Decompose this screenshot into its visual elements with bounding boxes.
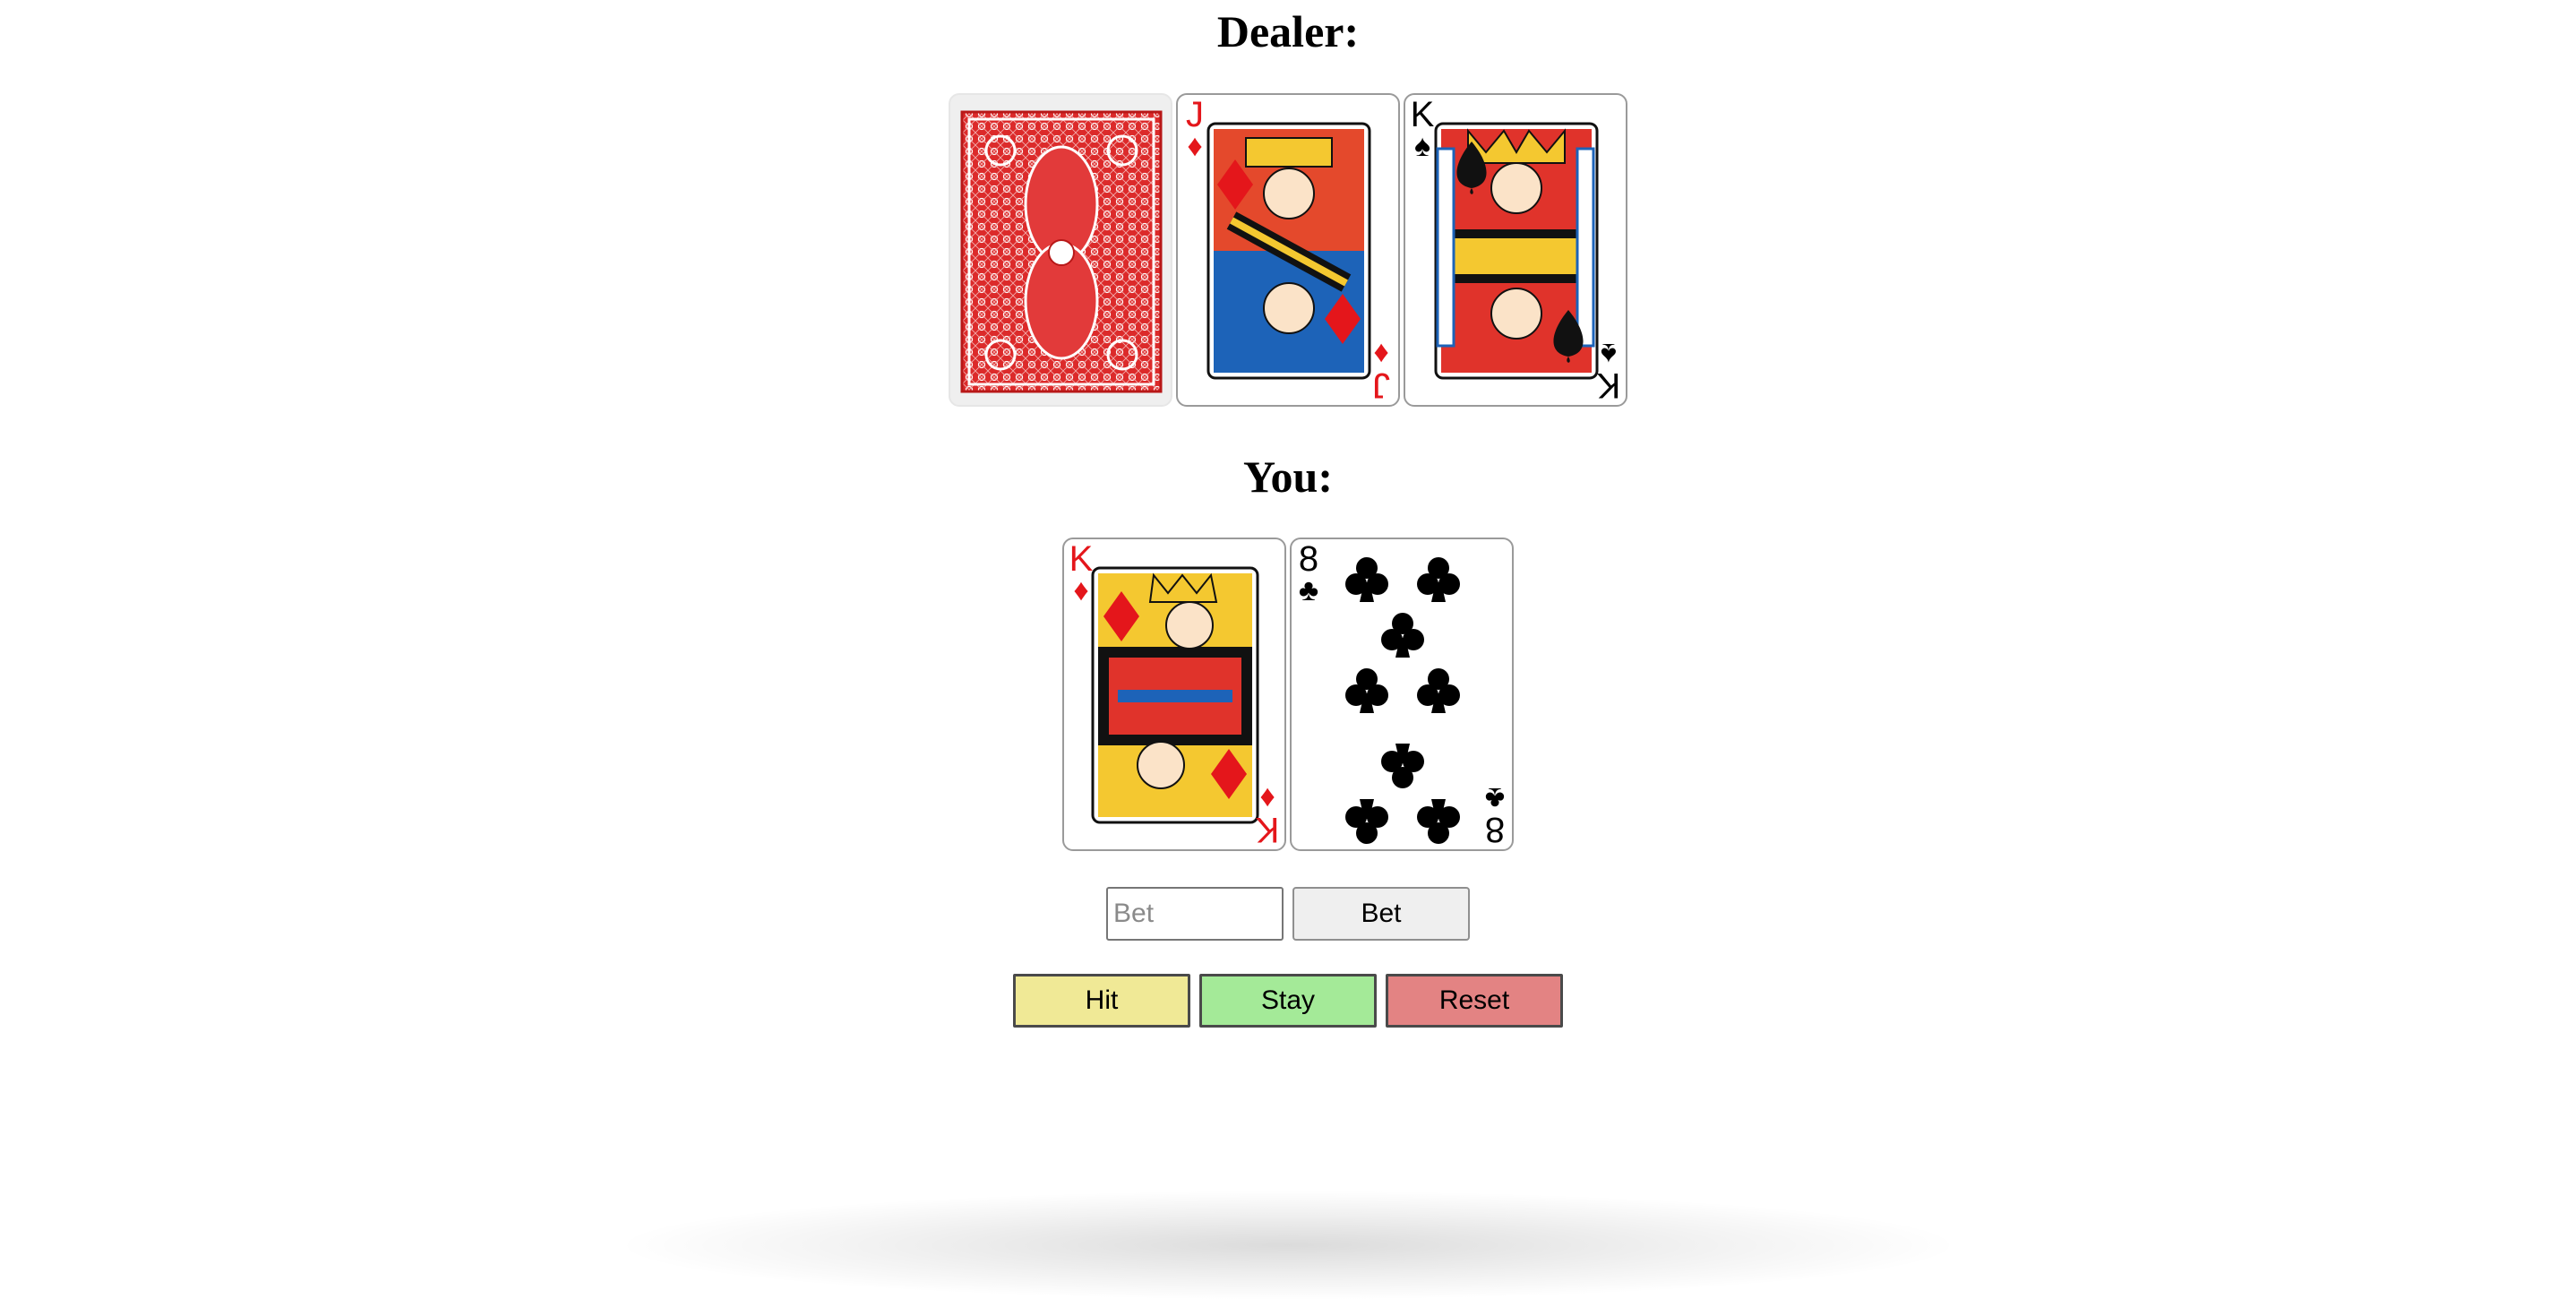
dealer-card-king-of-spades: K ♠ K ♠	[1404, 93, 1627, 407]
diamond-suit-icon: ♦	[1187, 129, 1203, 163]
card-rank: J	[1372, 366, 1390, 405]
card-corner-bottom: K ♠	[1595, 337, 1622, 405]
card-corner-bottom: 8 ♣	[1481, 781, 1508, 849]
player-card-king-of-diamonds: K ♦ K ♦	[1062, 538, 1286, 851]
card-corner-bottom: K ♦	[1254, 781, 1281, 849]
bet-controls: Bet	[0, 887, 2576, 941]
card-back-pattern-icon	[960, 110, 1163, 393]
card-corner-bottom: J ♦	[1368, 337, 1395, 405]
card-rank: K	[1069, 539, 1094, 579]
card-rank: K	[1596, 366, 1621, 405]
card-rank: K	[1255, 810, 1280, 849]
dealer-card-jack-of-diamonds: J ♦ J ♦	[1176, 93, 1400, 407]
dealer-hand: J ♦ J ♦ K ♠ K ♠	[0, 93, 2576, 407]
player-hand: K ♦ K ♦ 8 ♣ 8 ♣	[0, 538, 2576, 851]
club-suit-icon: ♣	[1298, 573, 1319, 607]
player-heading: You:	[1242, 452, 1334, 502]
club-suit-icon: ♣	[1484, 781, 1506, 815]
card-rank: J	[1186, 95, 1204, 134]
spade-suit-icon: ♠	[1600, 337, 1618, 371]
spade-suit-icon: ♠	[1413, 129, 1431, 163]
card-corner-top: K ♦	[1068, 541, 1095, 606]
stay-button[interactable]: Stay	[1199, 974, 1377, 1028]
player-card-eight-of-clubs: 8 ♣ 8 ♣	[1290, 538, 1514, 851]
diamond-suit-icon: ♦	[1073, 573, 1089, 607]
dealer-heading: Dealer:	[1216, 6, 1360, 56]
diamond-suit-icon: ♦	[1373, 337, 1389, 371]
card-rank: K	[1410, 95, 1435, 134]
king-face-art-icon	[1434, 122, 1599, 380]
card-rank: 8	[1298, 539, 1319, 579]
dealer-card-face-down	[949, 93, 1172, 407]
eight-of-clubs-pips-icon	[1345, 557, 1460, 844]
diamond-suit-icon: ♦	[1259, 781, 1275, 815]
jack-face-art-icon	[1206, 122, 1371, 380]
king-face-art-icon	[1091, 566, 1259, 824]
reset-button[interactable]: Reset	[1386, 974, 1563, 1028]
card-corner-top: K ♠	[1409, 97, 1436, 161]
action-controls: Hit Stay Reset	[0, 974, 2576, 1028]
card-corner-top: J ♦	[1181, 97, 1208, 161]
card-rank: 8	[1484, 810, 1506, 849]
bet-input[interactable]	[1106, 887, 1284, 941]
bottom-shadow	[627, 1191, 1949, 1299]
hit-button[interactable]: Hit	[1013, 974, 1190, 1028]
card-corner-top: 8 ♣	[1295, 541, 1322, 606]
bet-button[interactable]: Bet	[1292, 887, 1470, 941]
